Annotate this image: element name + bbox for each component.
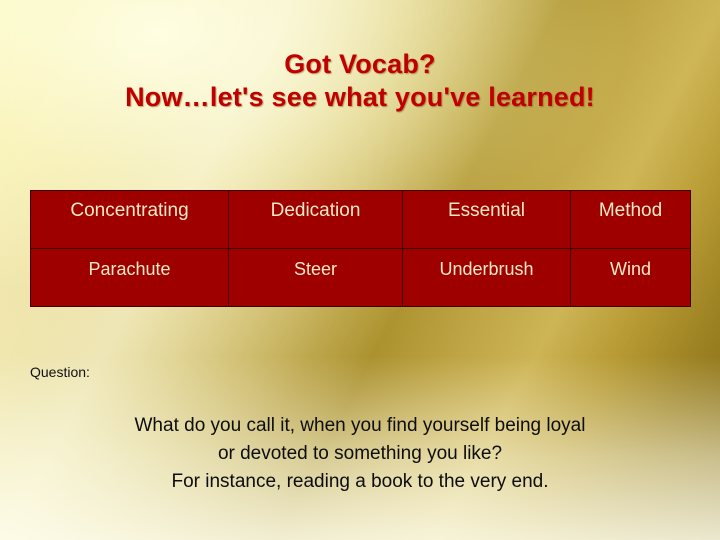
question-line: For instance, reading a book to the very… xyxy=(171,471,549,493)
vocab-cell: Essential xyxy=(402,190,571,249)
slide-content: Got Vocab? Now…let's see what you've lea… xyxy=(0,0,720,540)
question-line: What do you call it, when you find yours… xyxy=(134,415,586,436)
vocab-cell: Parachute xyxy=(30,248,229,307)
vocabulary-table: Concentrating Dedication Essential Metho… xyxy=(30,190,691,307)
slide-title: Got Vocab? Now…let's see what you've lea… xyxy=(0,48,720,114)
vocab-cell: Method xyxy=(570,190,691,249)
table-row: Parachute Steer Underbrush Wind xyxy=(30,248,691,307)
vocab-cell: Wind xyxy=(570,248,691,307)
vocab-cell: Concentrating xyxy=(30,190,229,249)
table-row: Concentrating Dedication Essential Metho… xyxy=(30,190,691,249)
vocab-cell: Dedication xyxy=(228,190,403,249)
slide-background: Got Vocab? Now…let's see what you've lea… xyxy=(0,0,720,540)
vocab-cell: Underbrush xyxy=(402,248,571,307)
question-line: or devoted to something you like? xyxy=(217,443,503,465)
question-label: Question: xyxy=(30,364,90,380)
title-line-1: Got Vocab? xyxy=(284,49,436,79)
question-text: What do you call it, when you find yours… xyxy=(30,412,690,496)
title-line-2: Now…let's see what you've learned! xyxy=(125,81,595,112)
vocab-cell: Steer xyxy=(228,248,403,307)
